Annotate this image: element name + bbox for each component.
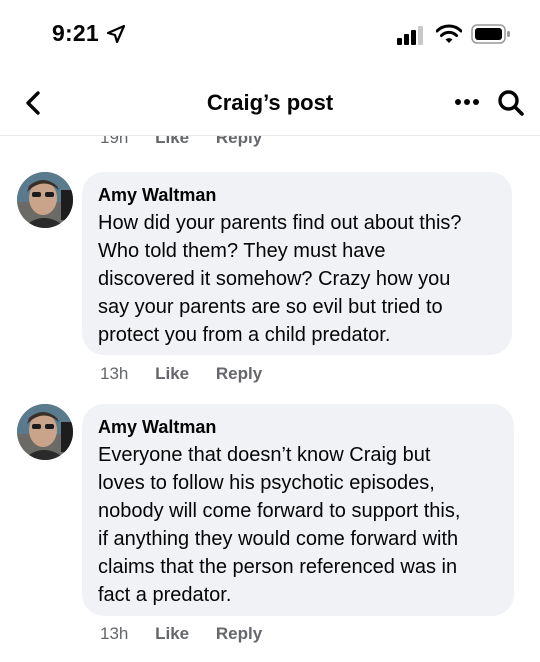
- comment-line: protect you from a child predator.: [98, 324, 391, 346]
- comment-line: discovered it somehow? Crazy how you: [98, 268, 451, 290]
- avatar[interactable]: [17, 172, 73, 228]
- comment-text: Everyone that doesn’t know Craig but lov…: [98, 441, 496, 609]
- comment-time: 19h: [100, 136, 129, 147]
- like-button[interactable]: Like: [155, 364, 189, 383]
- status-bar: 9:21: [0, 0, 540, 70]
- comment-actions: 13h Like Reply: [100, 364, 284, 384]
- comment-author[interactable]: Amy Waltman: [98, 416, 496, 438]
- location-arrow-icon: [106, 24, 126, 44]
- status-time: 9:21: [52, 20, 99, 46]
- comment-line: How did your parents find out about this…: [98, 212, 462, 234]
- like-button[interactable]: Like: [155, 624, 189, 643]
- comment-bubble: Amy Waltman Everyone that doesn’t know C…: [82, 404, 514, 616]
- reply-button[interactable]: Reply: [216, 364, 262, 383]
- comment-line: Everyone that doesn’t know Craig but: [98, 444, 431, 466]
- comment-line: say your parents are so evil but tried t…: [98, 296, 443, 318]
- comment-line: claims that the person referenced was in: [98, 556, 458, 578]
- comment-time: 13h: [100, 624, 129, 643]
- avatar[interactable]: [17, 404, 73, 460]
- comment-time: 13h: [100, 364, 129, 383]
- previous-comment-actions: 19h Like Reply: [0, 136, 540, 150]
- comment-actions: 13h Like Reply: [100, 624, 284, 644]
- battery-icon: [471, 24, 510, 44]
- nav-bar: Craig’s post: [0, 70, 540, 136]
- wifi-icon: [436, 24, 462, 43]
- reply-button[interactable]: Reply: [216, 624, 262, 643]
- comment-line: Who told them? They must have: [98, 240, 386, 262]
- cellular-signal-icon: [397, 26, 423, 45]
- search-icon[interactable]: [496, 88, 526, 118]
- comment-bubble: Amy Waltman How did your parents find ou…: [82, 172, 512, 355]
- like-button[interactable]: Like: [155, 136, 189, 147]
- more-options-icon[interactable]: [452, 92, 482, 112]
- comment-author[interactable]: Amy Waltman: [98, 184, 494, 206]
- reply-button[interactable]: Reply: [216, 136, 262, 147]
- comment-line: fact a predator.: [98, 584, 232, 606]
- comment-line: loves to follow his psychotic episodes,: [98, 472, 435, 494]
- comment-text: How did your parents find out about this…: [98, 209, 494, 349]
- comment-line: if anything they would come forward with: [98, 528, 459, 550]
- comment-line: nobody will come forward to support this…: [98, 500, 461, 522]
